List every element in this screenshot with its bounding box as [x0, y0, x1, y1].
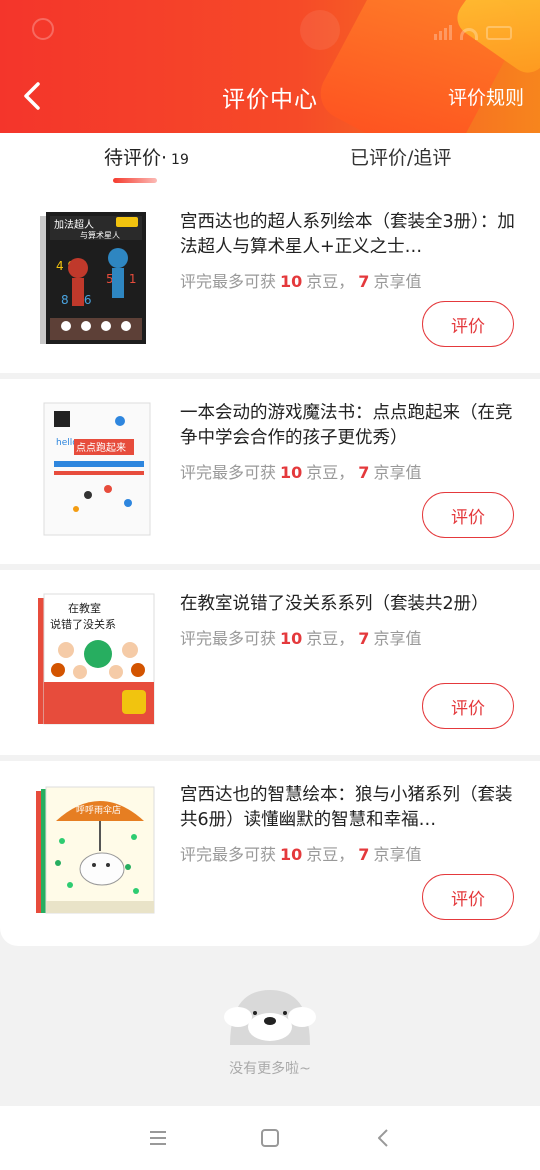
mascot-dog-icon: [224, 990, 316, 1045]
home-icon[interactable]: [258, 1126, 282, 1150]
value-unit: 京享值: [373, 272, 422, 291]
header-decoration: [300, 10, 340, 50]
tab-label: 待评价·: [104, 147, 168, 169]
rules-link[interactable]: 评价规则: [448, 83, 524, 110]
system-nav-bar: [0, 1106, 540, 1170]
svg-text:加法超人: 加法超人: [54, 218, 94, 231]
value-unit: 京享值: [373, 629, 422, 648]
wifi-icon: [460, 28, 478, 40]
svg-text:在教室: 在教室: [68, 601, 101, 615]
book-cover-image: hello 点点跑起来: [43, 402, 151, 536]
tab-reviewed[interactable]: 已评价/追评: [350, 143, 451, 170]
item-info: 在教室说错了没关系系列（套装共2册） 评完最多可获 10 京豆， 7 京享值: [180, 592, 520, 649]
reward-prefix: 评完最多可获: [180, 463, 277, 482]
svg-text:呼呼雨伞店: 呼呼雨伞店: [76, 804, 121, 816]
review-button[interactable]: 评价: [422, 492, 514, 538]
list-item: 在教室 说错了没关系 在教室说错了没关系系列（套装共2册） 评完最多可获 10 京豆…: [0, 570, 540, 755]
reward-prefix: 评完最多可获: [180, 272, 277, 291]
value-count: 7: [358, 629, 370, 648]
back-icon[interactable]: [372, 1126, 396, 1150]
value-unit: 京享值: [373, 845, 422, 864]
reward-hint: 评完最多可获 10 京豆， 7 京享值: [180, 459, 520, 483]
tab-active-indicator: [113, 178, 157, 183]
signal-icon: [434, 25, 452, 40]
reward-hint: 评完最多可获 10 京豆， 7 京享值: [180, 268, 520, 292]
bean-count: 10: [280, 629, 303, 648]
bean-count: 10: [280, 272, 303, 291]
book-cover-image: 加法超人 与算术星人 4 9 7 5 2 1 8 3 6: [40, 212, 146, 344]
book-cover-image: 呼呼雨伞店: [36, 786, 155, 914]
tab-count: 19: [171, 152, 189, 168]
value-count: 7: [358, 272, 370, 291]
value-count: 7: [358, 463, 370, 482]
app-header: 评价中心 评价规则: [0, 0, 540, 133]
bean-unit: 京豆，: [306, 463, 355, 482]
item-info: 宫西达也的超人系列绘本（套装全3册）：加法超人与算术星人+正义之士… 评完最多可…: [180, 210, 520, 292]
battery-icon: [486, 26, 512, 40]
status-bar: [434, 22, 512, 40]
list-item: 加法超人 与算术星人 4 9 7 5 2 1 8 3 6 宫西达也的超人系列绘本…: [0, 188, 540, 373]
reward-hint: 评完最多可获 10 京豆， 7 京享值: [180, 841, 520, 865]
product-name[interactable]: 宫西达也的智慧绘本：狼与小猪系列（套装共6册）读懂幽默的智慧和幸福…: [180, 783, 520, 833]
list-item: hello 点点跑起来 一本会动的游戏魔法书：点点跑起来（在竞争中学会合作的孩子…: [0, 379, 540, 564]
status-indicator-icon: [32, 18, 54, 40]
review-button[interactable]: 评价: [422, 683, 514, 729]
item-info: 一本会动的游戏魔法书：点点跑起来（在竞争中学会合作的孩子更优秀） 评完最多可获 1…: [180, 401, 520, 483]
pending-review-list: 加法超人 与算术星人 4 9 7 5 2 1 8 3 6 宫西达也的超人系列绘本…: [0, 188, 540, 946]
svg-text:与算术星人: 与算术星人: [80, 230, 120, 240]
no-more-text: 没有更多啦~: [229, 1061, 311, 1077]
product-name[interactable]: 一本会动的游戏魔法书：点点跑起来（在竞争中学会合作的孩子更优秀）: [180, 401, 520, 451]
value-unit: 京享值: [373, 463, 422, 482]
bean-count: 10: [280, 845, 303, 864]
menu-icon[interactable]: [146, 1126, 170, 1150]
reward-hint: 评完最多可获 10 京豆， 7 京享值: [180, 625, 520, 649]
tab-label: 已评价/追评: [350, 147, 452, 169]
tab-pending-review[interactable]: 待评价· 19: [104, 143, 189, 170]
bean-unit: 京豆，: [306, 629, 355, 648]
review-button[interactable]: 评价: [422, 301, 514, 347]
review-button[interactable]: 评价: [422, 874, 514, 920]
item-info: 宫西达也的智慧绘本：狼与小猪系列（套装共6册）读懂幽默的智慧和幸福… 评完最多可…: [180, 783, 520, 865]
product-name[interactable]: 宫西达也的超人系列绘本（套装全3册）：加法超人与算术星人+正义之士…: [180, 210, 520, 260]
reward-prefix: 评完最多可获: [180, 845, 277, 864]
bean-unit: 京豆，: [306, 272, 355, 291]
svg-text:说错了没关系: 说错了没关系: [50, 617, 116, 631]
list-item: 呼呼雨伞店 宫西达也的智慧绘本：狼与小猪系列（套装共6册）读懂幽默的智慧和幸福……: [0, 761, 540, 946]
book-cover-image: 在教室 说错了没关系: [38, 593, 155, 725]
svg-text:点点跑起来: 点点跑起来: [76, 441, 126, 454]
product-name[interactable]: 在教室说错了没关系系列（套装共2册）: [180, 592, 520, 617]
reward-prefix: 评完最多可获: [180, 629, 277, 648]
value-count: 7: [358, 845, 370, 864]
bean-unit: 京豆，: [306, 845, 355, 864]
tab-bar: 待评价· 19 已评价/追评: [0, 133, 540, 188]
bean-count: 10: [280, 463, 303, 482]
